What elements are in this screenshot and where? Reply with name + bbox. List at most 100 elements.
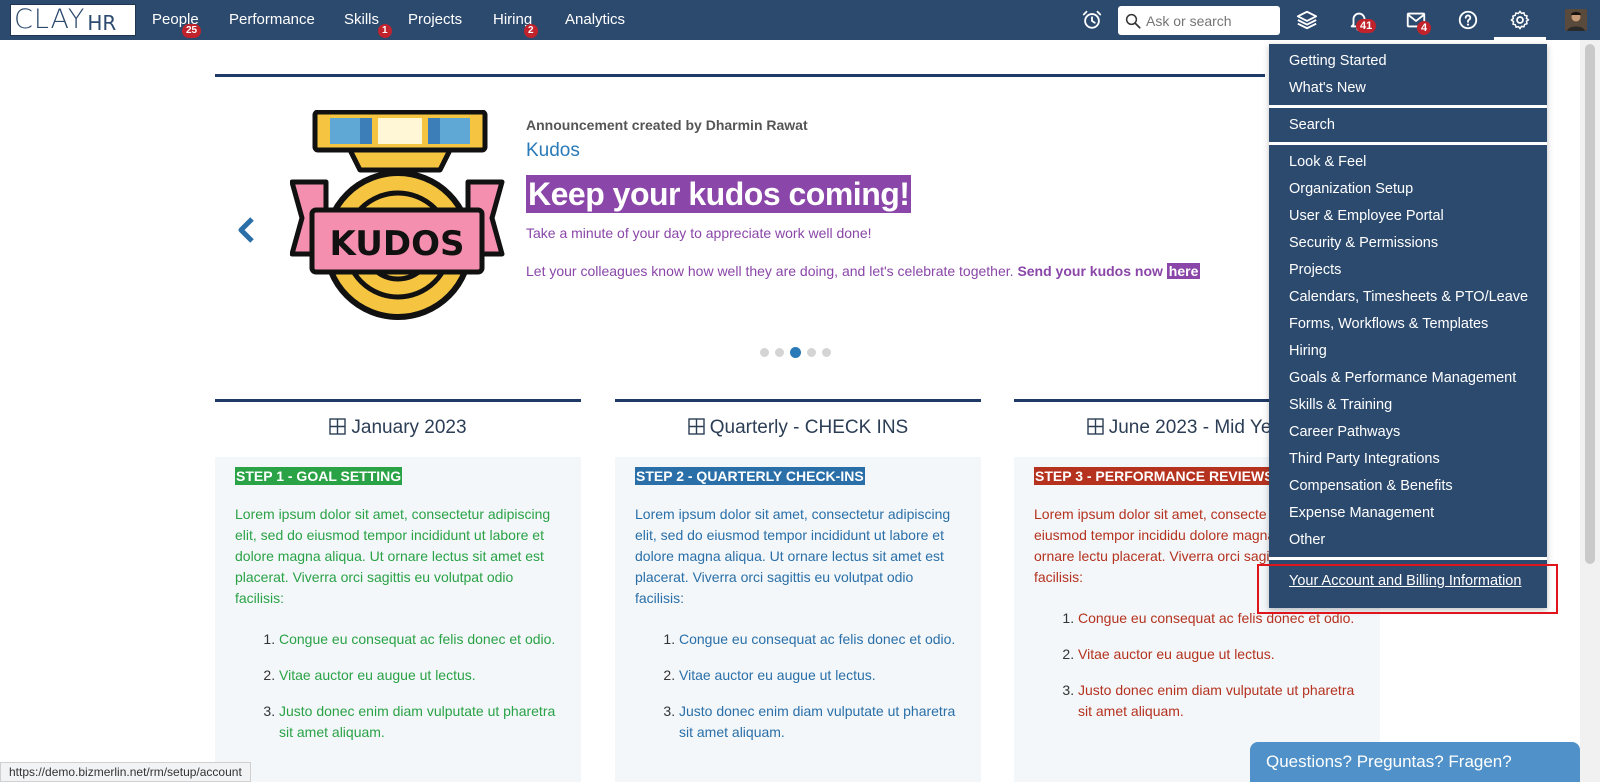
- content-top-rule: [215, 74, 1265, 77]
- notifications-badge: 41: [1356, 19, 1377, 33]
- menu-item-whats-new[interactable]: What's New: [1289, 80, 1366, 96]
- card-list: Congue eu consequat ac felis donec et od…: [1034, 608, 1360, 722]
- card-title-text: January 2023: [351, 417, 467, 438]
- logo-text-sub: HR: [87, 11, 117, 35]
- menu-item-search[interactable]: Search: [1289, 117, 1335, 133]
- card-body: STEP 2 - QUARTERLY CHECK-INS Lorem ipsum…: [615, 457, 981, 782]
- menu-item-goals-performance[interactable]: Goals & Performance Management: [1289, 370, 1516, 386]
- card-title-text: Quarterly - CHECK INS: [709, 417, 909, 438]
- carousel-dots: [760, 347, 831, 358]
- nav-analytics-label: Analytics: [565, 11, 626, 28]
- list-item: Vitae auctor eu augue ut lectus.: [679, 665, 961, 686]
- list-item: Justo donec enim diam vulputate ut phare…: [279, 701, 561, 743]
- layers-icon[interactable]: [1296, 9, 1318, 31]
- list-item: Congue eu consequat ac felis donec et od…: [679, 629, 961, 650]
- step-label: STEP 1 - GOAL SETTING: [235, 467, 403, 485]
- menu-item-projects[interactable]: Projects: [1289, 262, 1341, 278]
- card-top-rule: [215, 399, 581, 402]
- announcement-headline: Keep your kudos coming!: [526, 175, 912, 213]
- menu-item-getting-started[interactable]: Getting Started: [1289, 53, 1387, 69]
- account-billing-highlight-box: [1257, 564, 1558, 614]
- list-item: Congue eu consequat ac felis donec et od…: [279, 629, 561, 650]
- announcement-author: Announcement created by Dharmin Rawat: [526, 117, 808, 133]
- menu-item-forms-workflows[interactable]: Forms, Workflows & Templates: [1289, 316, 1488, 332]
- step-label: STEP 2 - QUARTERLY CHECK-INS: [635, 467, 865, 485]
- nav-analytics[interactable]: Analytics: [565, 11, 625, 28]
- settings-dropdown-menu: Getting Started What's New Search Look &…: [1269, 44, 1547, 608]
- list-item: Justo donec enim diam vulputate ut phare…: [1078, 680, 1360, 722]
- menu-item-calendars-timesheets[interactable]: Calendars, Timesheets & PTO/Leave: [1289, 289, 1528, 305]
- avatar[interactable]: [1565, 9, 1587, 31]
- menu-item-other[interactable]: Other: [1289, 532, 1325, 548]
- card-top-rule: [615, 399, 981, 402]
- people-badge: 25: [182, 24, 202, 38]
- card-january-2023: January 2023 STEP 1 - GOAL SETTING Lorem…: [215, 399, 581, 782]
- clay-hr-logo[interactable]: CLAY HR: [10, 4, 136, 36]
- announcement-category-link[interactable]: Kudos: [526, 140, 580, 162]
- carousel-dot[interactable]: [760, 348, 769, 357]
- menu-item-security-permissions[interactable]: Security & Permissions: [1289, 235, 1438, 251]
- carousel-dot[interactable]: [807, 348, 816, 357]
- table-grid-icon: [1087, 418, 1104, 435]
- nav-projects[interactable]: Projects: [408, 11, 462, 28]
- help-icon[interactable]: [1457, 9, 1479, 31]
- list-item: Vitae auctor eu augue ut lectus.: [1078, 644, 1360, 665]
- announcement-body-bold: Send your kudos now: [1017, 263, 1163, 279]
- search-input[interactable]: [1146, 12, 1276, 29]
- card-title: Quarterly - CHECK INS: [615, 417, 981, 439]
- nav-skills[interactable]: Skills: [344, 11, 379, 28]
- card-title: January 2023: [215, 417, 581, 439]
- settings-tab[interactable]: [1494, 0, 1546, 40]
- card-body: STEP 1 - GOAL SETTING Lorem ipsum dolor …: [215, 457, 581, 782]
- alarm-clock-icon[interactable]: [1081, 9, 1103, 31]
- announcement-body: Let your colleagues know how well they a…: [526, 263, 1201, 279]
- hiring-badge: 2: [524, 24, 538, 38]
- menu-item-look-and-feel[interactable]: Look & Feel: [1289, 154, 1366, 170]
- menu-divider: [1269, 105, 1547, 108]
- menu-item-skills-training[interactable]: Skills & Training: [1289, 397, 1392, 413]
- menu-item-organization-setup[interactable]: Organization Setup: [1289, 181, 1413, 197]
- nav-performance[interactable]: Performance: [229, 11, 315, 28]
- list-item: Justo donec enim diam vulputate ut phare…: [679, 701, 961, 743]
- menu-item-user-employee-portal[interactable]: User & Employee Portal: [1289, 208, 1444, 224]
- announcement-body-text: Let your colleagues know how well they a…: [526, 263, 1014, 279]
- browser-status-url: https://demo.bizmerlin.net/rm/setup/acco…: [0, 762, 251, 782]
- kudos-medal-image: KUDOS: [290, 110, 505, 320]
- top-navigation-bar: CLAY HR People 25 Performance Skills 1 P…: [0, 0, 1600, 40]
- carousel-dot[interactable]: [822, 348, 831, 357]
- global-search-box[interactable]: [1118, 6, 1280, 35]
- menu-item-hiring[interactable]: Hiring: [1289, 343, 1327, 359]
- announcement-subtitle: Take a minute of your day to appreciate …: [526, 225, 872, 241]
- menu-item-compensation-benefits[interactable]: Compensation & Benefits: [1289, 478, 1453, 494]
- skills-badge: 1: [378, 24, 392, 38]
- carousel-dot-active[interactable]: [790, 347, 801, 358]
- card-quarterly-check-ins: Quarterly - CHECK INS STEP 2 - QUARTERLY…: [615, 399, 981, 782]
- logo-text-main: CLAY: [14, 4, 86, 35]
- page-scrollbar-thumb[interactable]: [1585, 44, 1595, 564]
- menu-divider: [1269, 142, 1547, 145]
- menu-item-third-party-integrations[interactable]: Third Party Integrations: [1289, 451, 1440, 467]
- nav-performance-label: Performance: [229, 11, 315, 28]
- carousel-dot[interactable]: [775, 348, 784, 357]
- card-description: Lorem ipsum dolor sit amet, consectetur …: [235, 506, 551, 606]
- card-description: Lorem ipsum dolor sit amet, consectetur …: [635, 506, 951, 606]
- mail-badge: 4: [1417, 21, 1432, 35]
- send-kudos-here-link[interactable]: here: [1166, 263, 1201, 279]
- nav-skills-label: Skills: [344, 11, 380, 28]
- step-label: STEP 3 - PERFORMANCE REVIEWS: [1034, 467, 1275, 485]
- nav-projects-label: Projects: [408, 11, 463, 28]
- menu-divider: [1269, 557, 1547, 560]
- card-list: Congue eu consequat ac felis donec et od…: [235, 629, 561, 743]
- search-icon: [1125, 13, 1141, 29]
- table-grid-icon: [329, 418, 347, 435]
- card-list: Congue eu consequat ac felis donec et od…: [635, 629, 961, 743]
- list-item: Vitae auctor eu augue ut lectus.: [279, 665, 561, 686]
- gear-icon: [1510, 10, 1530, 30]
- carousel-prev-chevron-icon[interactable]: [236, 216, 256, 244]
- menu-item-career-pathways[interactable]: Career Pathways: [1289, 424, 1400, 440]
- chat-widget-button[interactable]: Questions? Preguntas? Fragen?: [1250, 742, 1580, 782]
- user-avatar-icon: [1565, 9, 1587, 31]
- table-grid-icon: [688, 418, 705, 435]
- menu-item-expense-management[interactable]: Expense Management: [1289, 505, 1434, 521]
- kudos-image-text: KUDOS: [330, 224, 465, 264]
